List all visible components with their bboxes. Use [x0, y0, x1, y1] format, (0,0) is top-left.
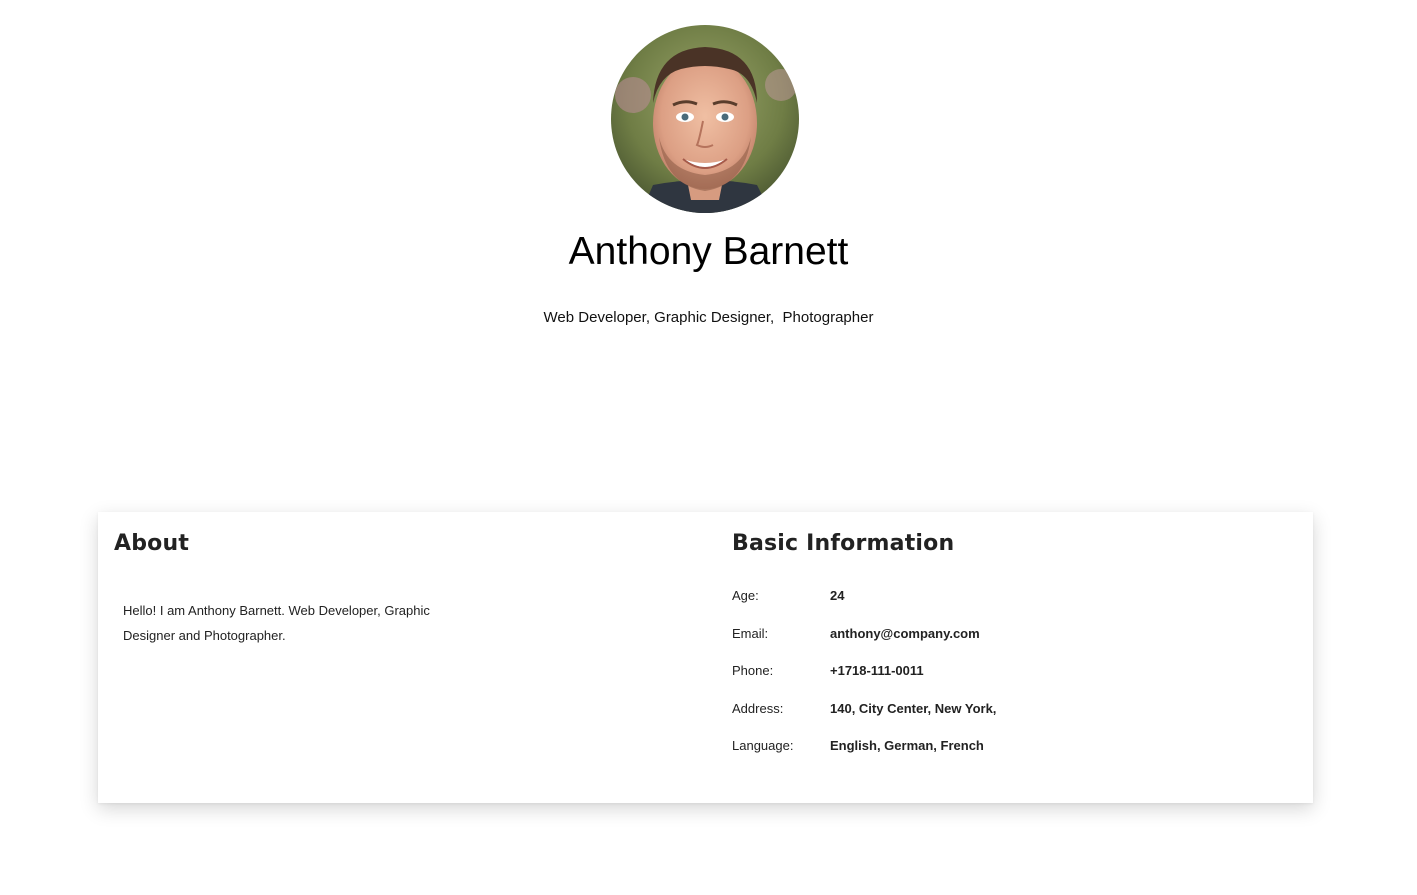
info-row-phone: Phone: +1718-111-0011 — [732, 657, 1232, 695]
info-label: Address: — [732, 700, 784, 716]
info-value: English, German, French — [830, 738, 984, 753]
profile-photo-icon — [611, 25, 799, 213]
info-value: 24 — [830, 588, 845, 603]
about-heading: About — [114, 531, 190, 556]
profile-page: Anthony Barnett Web Developer, Graphic D… — [0, 0, 1417, 895]
info-value: +1718-111-0011 — [830, 663, 924, 678]
info-value: anthony@company.com — [830, 625, 980, 641]
info-label: Language: — [732, 738, 794, 753]
info-row-address: Address: 140, City Center, New York, — [732, 695, 1232, 733]
info-row-language: Language: English, German, French — [732, 732, 1232, 770]
info-value: 140, City Center, New York, — [830, 700, 997, 716]
info-label: Age: — [732, 588, 759, 603]
info-row-age: Age: 24 — [732, 582, 1232, 620]
profile-tagline: Web Developer, Graphic Designer, Photogr… — [543, 309, 874, 326]
basic-information-heading: Basic Information — [732, 531, 955, 556]
info-row-email: Email: anthony@company.com — [732, 620, 1232, 658]
profile-card: About Hello! I am Anthony Barnett. Web D… — [98, 512, 1313, 803]
profile-name: Anthony Barnett — [568, 230, 849, 273]
info-label: Email: — [732, 625, 769, 641]
about-text: Hello! I am Anthony Barnett. Web Develop… — [123, 603, 430, 643]
avatar — [611, 25, 799, 213]
basic-information-list: Age: 24 Email: anthony@company.com Phone… — [732, 582, 1232, 770]
info-label: Phone: — [732, 663, 774, 678]
